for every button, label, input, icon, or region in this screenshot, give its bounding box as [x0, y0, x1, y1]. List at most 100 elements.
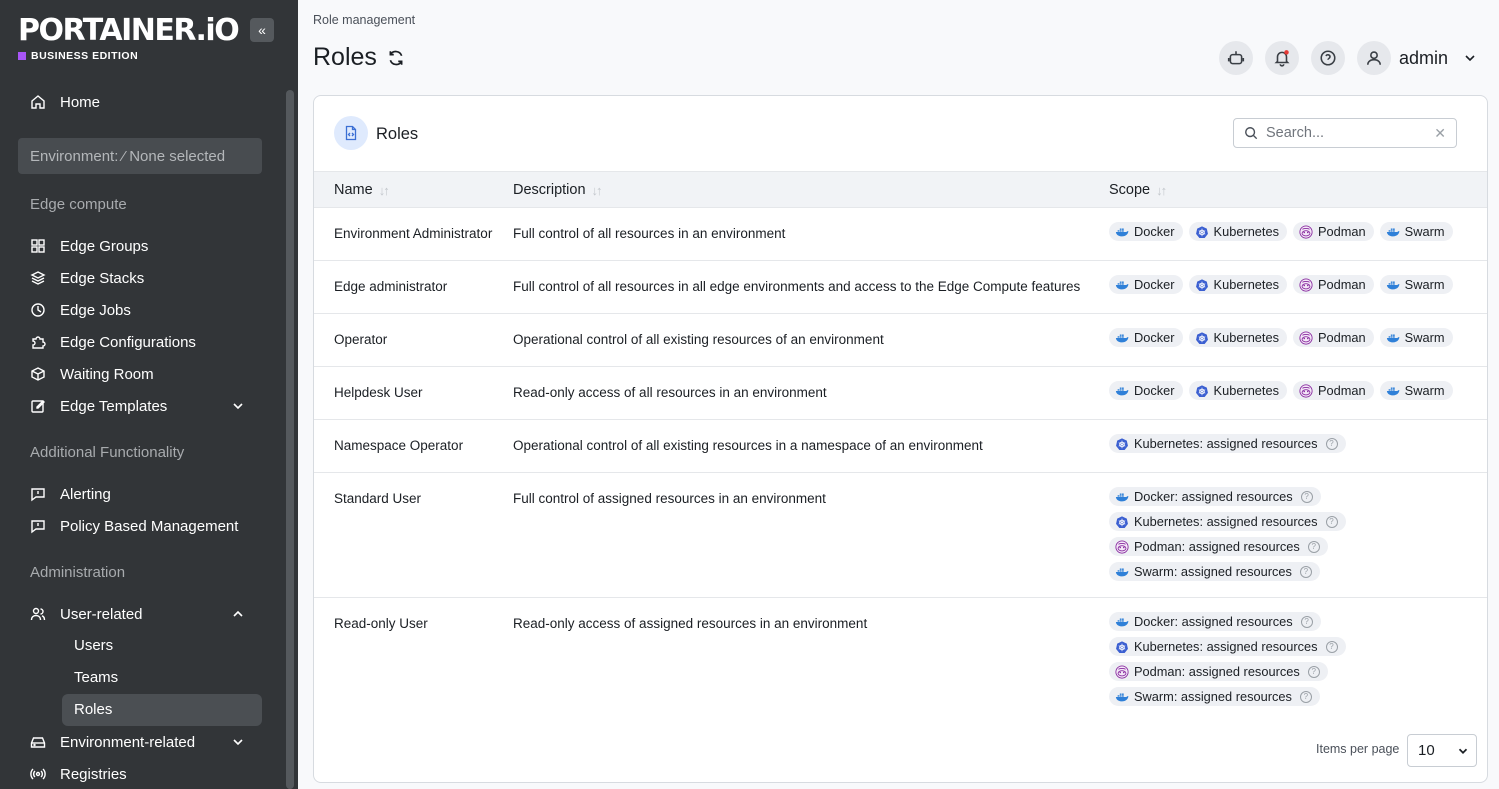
clear-search-icon[interactable]: ✕	[1434, 125, 1446, 142]
sidebar-item-users[interactable]: Users	[74, 634, 113, 658]
docker-icon	[1386, 281, 1400, 289]
help-icon[interactable]: ?	[1307, 540, 1320, 553]
search-input[interactable]: Search... ✕	[1233, 118, 1457, 148]
sidebar-item-home[interactable]: Home	[30, 90, 250, 114]
table-row[interactable]: Standard User Full control of assigned re…	[314, 473, 1487, 598]
sidebar-item-label: Edge Jobs	[60, 301, 131, 319]
help-icon[interactable]: ?	[1300, 490, 1313, 503]
sidebar-item-environment-related[interactable]: Environment-related	[30, 730, 250, 754]
help-icon[interactable]: ?	[1325, 640, 1338, 653]
column-header-name[interactable]: Name ↓↑	[334, 182, 390, 198]
scope-badge-label: Podman	[1318, 383, 1366, 398]
help-icon[interactable]: ?	[1325, 437, 1338, 450]
items-per-page-value: 10	[1418, 742, 1435, 759]
table-row[interactable]: Operator Operational control of all exist…	[314, 314, 1487, 367]
scope-badge: Swarm: assigned resources?	[1109, 687, 1320, 706]
scope-badge-label: Kubernetes	[1213, 330, 1279, 345]
sidebar-item-label: Registries	[60, 765, 127, 783]
column-label: Description	[513, 182, 586, 198]
scope-badge: Docker	[1109, 381, 1183, 400]
table-row[interactable]: Environment Administrator Full control of…	[314, 208, 1487, 261]
items-per-page-select[interactable]: 10	[1407, 734, 1477, 767]
hard-drive-icon	[30, 737, 46, 748]
sidebar-item-registries[interactable]: Registries	[30, 762, 250, 786]
sort-icon: ↓↑	[378, 182, 390, 198]
scope-badge-label: Docker	[1134, 383, 1175, 398]
help-icon[interactable]: ?	[1307, 665, 1320, 678]
chevron-up-icon	[233, 610, 243, 617]
docker-icon	[1386, 228, 1400, 236]
scope-badge: Swarm: assigned resources?	[1109, 562, 1320, 581]
table-row[interactable]: Helpdesk User Read-only access of all res…	[314, 367, 1487, 420]
sidebar: PORTAINER.iO BUSINESS EDITION « Home Env…	[0, 0, 298, 789]
role-name: Environment Administrator	[334, 226, 493, 241]
scope-badge-label: Podman	[1318, 224, 1366, 239]
table-row[interactable]: Edge administrator Full control of all re…	[314, 261, 1487, 314]
notifications-button[interactable]	[1265, 41, 1299, 75]
help-icon[interactable]: ?	[1300, 615, 1313, 628]
kubernetes-icon	[1195, 384, 1208, 397]
chevron-down-icon[interactable]	[1462, 50, 1478, 66]
column-header-description[interactable]: Description ↓↑	[513, 182, 603, 198]
sidebar-item-label: Edge Groups	[60, 237, 149, 255]
role-description: Full control of all resources in an envi…	[513, 226, 786, 241]
role-description: Operational control of all existing reso…	[513, 332, 884, 347]
kubernetes-icon	[1116, 515, 1128, 528]
role-name: Standard User	[334, 491, 422, 506]
scope-badge-label: Kubernetes: assigned resources	[1134, 514, 1318, 529]
scope-badge: Podman	[1293, 328, 1374, 347]
podman-icon	[1115, 664, 1129, 679]
scope-badges: Docker: assigned resources? Kubernetes: a…	[1109, 487, 1346, 581]
sidebar-item-label: Waiting Room	[60, 365, 154, 383]
docker-icon	[1115, 281, 1129, 289]
refresh-icon[interactable]	[387, 49, 405, 67]
scope-badge-label: Podman: assigned resources	[1134, 664, 1300, 679]
table-row[interactable]: Read-only User Read-only access of assign…	[314, 598, 1487, 723]
scope-badges: Docker Kubernetes Podman Swarm	[1109, 381, 1453, 400]
sidebar-item-policy-based-management[interactable]: Policy Based Management	[30, 514, 250, 538]
user-avatar[interactable]	[1357, 41, 1391, 75]
page-title: Roles	[313, 43, 405, 72]
sidebar-item-label: Edge Stacks	[60, 269, 145, 287]
sidebar-item-roles[interactable]: Roles	[74, 698, 112, 722]
sidebar-item-label: Alerting	[60, 485, 111, 503]
scope-badge-label: Kubernetes	[1213, 277, 1279, 292]
docker-icon	[1115, 387, 1129, 395]
sidebar-item-edge-stacks[interactable]: Edge Stacks	[30, 266, 250, 290]
home-icon	[31, 95, 45, 109]
role-description: Read-only access of all resources in an …	[513, 385, 827, 400]
scope-badge: Kubernetes	[1188, 222, 1287, 241]
collapse-sidebar-button[interactable]: «	[250, 18, 274, 42]
table-row[interactable]: Namespace Operator Operational control of…	[314, 420, 1487, 473]
user-name[interactable]: admin	[1399, 48, 1448, 69]
scope-badge-label: Swarm: assigned resources	[1134, 564, 1292, 579]
scope-badge-label: Docker: assigned resources	[1134, 614, 1293, 629]
sidebar-item-label: User-related	[60, 605, 143, 623]
help-icon[interactable]: ?	[1299, 565, 1312, 578]
role-description: Full control of assigned resources in an…	[513, 491, 826, 506]
sidebar-item-edge-jobs[interactable]: Edge Jobs	[30, 298, 250, 322]
sidebar-item-user-related[interactable]: User-related	[30, 602, 250, 626]
column-header-scope[interactable]: Scope ↓↑	[1109, 182, 1167, 198]
portainer-logo[interactable]: PORTAINER.iO BUSINESS EDITION	[18, 14, 240, 62]
edition-text: BUSINESS EDITION	[31, 50, 139, 62]
scope-badge: Swarm	[1379, 222, 1453, 241]
sidebar-item-teams[interactable]: Teams	[74, 666, 118, 690]
help-icon[interactable]: ?	[1325, 515, 1338, 528]
sidebar-item-edge-groups[interactable]: Edge Groups	[30, 234, 250, 258]
sidebar-item-edge-configurations[interactable]: Edge Configurations	[30, 330, 250, 354]
help-button[interactable]	[1311, 41, 1345, 75]
kubernetes-icon	[1195, 331, 1208, 344]
sidebar-item-edge-templates[interactable]: Edge Templates	[30, 394, 250, 418]
podman-icon	[1299, 277, 1313, 292]
help-icon[interactable]: ?	[1299, 690, 1312, 703]
environment-selector[interactable]: Environment: ⁄ None selected	[18, 138, 262, 174]
docker-icon	[1115, 334, 1129, 342]
sidebar-scrollbar[interactable]	[286, 90, 294, 789]
breadcrumb[interactable]: Role management	[313, 13, 415, 27]
ai-assistant-button[interactable]	[1219, 41, 1253, 75]
sidebar-item-waiting-room[interactable]: Waiting Room	[30, 362, 250, 386]
sidebar-item-alerting[interactable]: Alerting	[30, 482, 250, 506]
scope-badge-label: Swarm	[1404, 383, 1445, 398]
scope-badge-label: Docker: assigned resources	[1134, 489, 1293, 504]
